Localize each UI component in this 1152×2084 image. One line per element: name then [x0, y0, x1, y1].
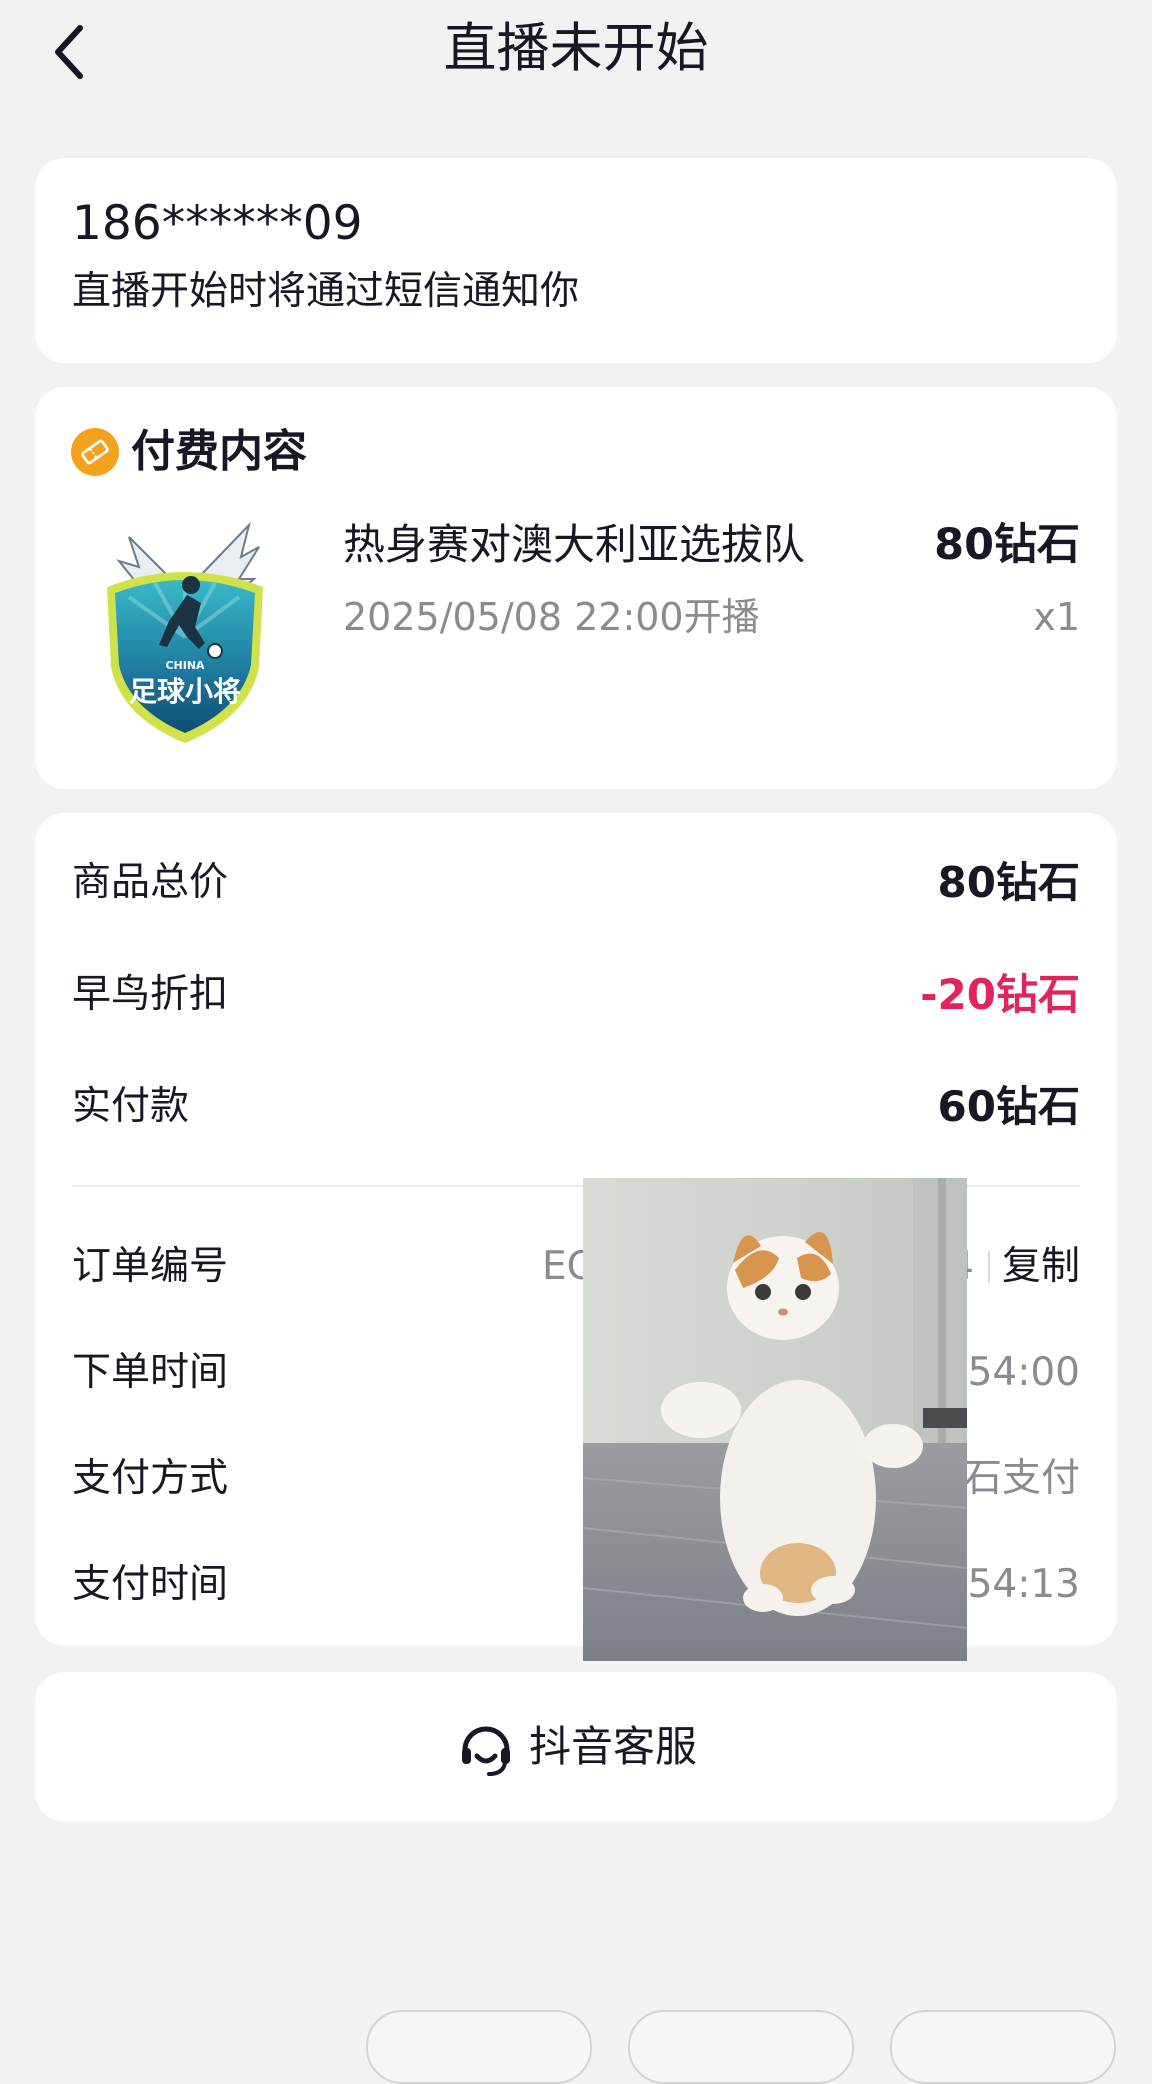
amount-paid-value: 60钻石	[937, 1082, 1080, 1131]
ticket-icon	[71, 428, 119, 476]
headset-icon	[461, 1726, 510, 1776]
discount-value: -20钻石	[920, 970, 1080, 1019]
payment-time-value: :54:13	[954, 1562, 1080, 1607]
sms-notice-card: 186******09 直播开始时将通过短信通知你	[35, 158, 1117, 363]
phone-number: 186******09	[72, 196, 363, 251]
copy-button[interactable]: 复制	[1002, 1237, 1080, 1297]
amount-paid-row: 实付款 60钻石	[72, 1077, 1080, 1137]
cat-photo	[583, 1178, 967, 1661]
item-price: 80钻石	[934, 520, 1080, 570]
top-bar: 直播未开始	[0, 0, 1152, 110]
order-time-label: 下单时间	[72, 1350, 229, 1395]
page-title: 直播未开始	[443, 18, 709, 79]
live-start-time: 2025/05/08 22:00开播	[343, 595, 760, 639]
discount-label: 早鸟折扣	[72, 972, 229, 1017]
bottom-action-button-1[interactable]	[366, 2010, 592, 2084]
bottom-action-button-2[interactable]	[628, 2010, 854, 2084]
order-time-value: :54:00	[954, 1350, 1080, 1395]
early-bird-discount-row: 早鸟折扣 -20钻石	[72, 965, 1080, 1025]
bottom-action-button-3[interactable]	[890, 2010, 1116, 2084]
svg-text:CHINA: CHINA	[165, 659, 205, 672]
payment-method-value: 石支付	[962, 1456, 1080, 1501]
team-logo: CHINA 足球小将	[99, 517, 271, 747]
customer-service-button[interactable]: 抖音客服	[35, 1672, 1117, 1822]
paid-content-header: 付费内容	[71, 423, 307, 481]
live-event-title: 热身赛对澳大利亚选拔队	[343, 520, 806, 569]
sms-notice-text: 直播开始时将通过短信通知你	[72, 269, 580, 314]
copy-separator	[987, 1251, 990, 1283]
order-number-copy-group: 4 复制	[949, 1237, 1080, 1297]
customer-service-label: 抖音客服	[528, 1722, 697, 1771]
paid-content-title: 付费内容	[131, 426, 307, 477]
payment-time-label: 支付时间	[72, 1562, 229, 1607]
bottom-action-bar	[0, 2010, 1152, 2084]
item-quantity: x1	[1033, 595, 1080, 639]
payment-method-label: 支付方式	[72, 1456, 229, 1501]
total-price-label: 商品总价	[72, 860, 229, 905]
order-number-label: 订单编号	[72, 1244, 229, 1289]
total-price-row: 商品总价 80钻石	[72, 853, 1080, 913]
customer-service-content: 抖音客服	[455, 1716, 697, 1778]
amount-paid-label: 实付款	[72, 1084, 190, 1129]
total-price-value: 80钻石	[937, 858, 1080, 907]
paid-content-card: 付费内容 CHINA 足球小将 热身赛对澳大利亚选拔队 2025/05/08 2…	[35, 387, 1117, 789]
svg-text:足球小将: 足球小将	[129, 675, 241, 708]
